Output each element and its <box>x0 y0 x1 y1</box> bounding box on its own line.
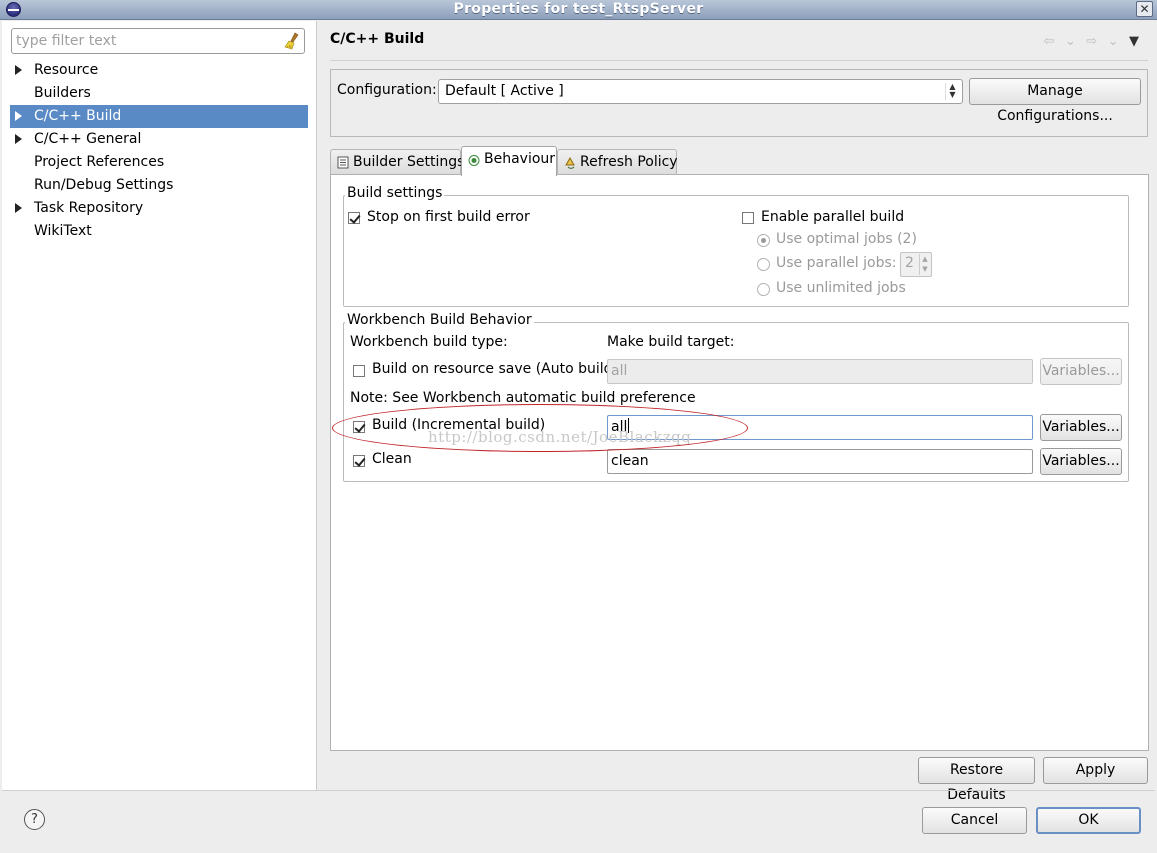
tab-builder-settings[interactable]: Builder Settings <box>330 149 465 175</box>
tab-label: Behaviour <box>484 151 556 167</box>
restore-defaults-button[interactable]: Restore Defaults <box>918 757 1035 803</box>
window-close-button[interactable]: ✕ <box>1136 1 1153 17</box>
tree-item-label: C/C++ General <box>34 131 142 147</box>
parallel-jobs-radio[interactable] <box>757 258 770 271</box>
clean-variables-button[interactable]: Variables... <box>1040 448 1122 475</box>
stop-on-error-label: Stop on first build error <box>367 209 530 225</box>
tree-item-run-debug-settings[interactable]: Run/Debug Settings <box>10 174 308 197</box>
back-dropdown-icon[interactable]: ⌄ <box>1065 34 1076 49</box>
page-title: C/C++ Build <box>330 31 425 47</box>
tab-behaviour[interactable]: Behaviour <box>461 146 557 176</box>
build-settings-legend: Build settings <box>345 185 445 201</box>
tree-item-label: Run/Debug Settings <box>34 177 174 193</box>
parallel-build-checkbox[interactable] <box>742 212 754 224</box>
select-updown-icon: ▲ ▼ <box>945 83 959 100</box>
tree-item-label: WikiText <box>34 223 92 239</box>
navigation-pane: Resource Builders C/C++ Build C/C++ Gene… <box>2 21 317 790</box>
tab-refresh-policy[interactable]: Refresh Policy <box>557 149 678 175</box>
auto-build-target-field[interactable]: all <box>607 359 1033 384</box>
auto-build-label: Build on resource save (Auto build) <box>372 361 619 377</box>
tree-item-label: Task Repository <box>34 200 144 216</box>
property-tree: Resource Builders C/C++ Build C/C++ Gene… <box>10 59 308 243</box>
window-titlebar: Properties for test_RtspServer ✕ <box>0 0 1157 20</box>
tree-item-resource[interactable]: Resource <box>10 59 308 82</box>
incremental-build-target-field[interactable]: all <box>607 415 1033 440</box>
parallel-jobs-label: Use parallel jobs: <box>776 255 897 271</box>
tree-item-label: Project References <box>34 154 165 170</box>
parallel-jobs-value: 2 <box>905 255 914 271</box>
refresh-policy-icon <box>565 156 575 169</box>
unlimited-jobs-radio[interactable] <box>757 283 770 296</box>
filter-input[interactable] <box>16 32 276 50</box>
parallel-jobs-spinner[interactable]: 2 ▲ ▼ <box>900 252 932 277</box>
apply-button[interactable]: Apply <box>1043 757 1148 784</box>
tree-item-label: Resource <box>34 62 99 78</box>
tree-item-label: C/C++ Build <box>34 108 122 124</box>
optimal-jobs-radio[interactable] <box>757 234 770 247</box>
incremental-build-checkbox[interactable] <box>353 421 365 433</box>
builder-settings-icon <box>337 156 349 169</box>
window-title: Properties for test_RtspServer <box>453 1 704 17</box>
tab-label: Builder Settings <box>353 154 465 170</box>
stop-on-error-checkbox[interactable] <box>348 212 360 224</box>
clean-checkbox[interactable] <box>353 455 365 467</box>
ok-button[interactable]: OK <box>1036 807 1141 834</box>
forward-arrow-icon[interactable]: ⇨ <box>1086 34 1097 49</box>
header-divider <box>330 60 1148 61</box>
clean-target-field[interactable]: clean <box>607 449 1033 474</box>
auto-build-variables-button[interactable]: Variables... <box>1040 358 1122 385</box>
unlimited-jobs-label: Use unlimited jobs <box>776 280 906 296</box>
filter-box <box>11 28 305 54</box>
manage-configurations-button[interactable]: Manage Configurations... <box>969 78 1141 124</box>
clear-filter-icon[interactable] <box>284 32 300 50</box>
expand-arrow-icon[interactable] <box>15 111 22 121</box>
tree-item-cpp-general[interactable]: C/C++ General <box>10 128 308 151</box>
back-arrow-icon[interactable]: ⇦ <box>1044 34 1055 49</box>
configuration-value: Default [ Active ] <box>445 83 564 99</box>
tree-item-label: Builders <box>34 85 91 101</box>
tree-item-task-repository[interactable]: Task Repository <box>10 197 308 220</box>
help-icon[interactable]: ? <box>24 809 45 830</box>
tree-item-builders[interactable]: Builders <box>10 82 308 105</box>
workbench-preference-note: Note: See Workbench automatic build pref… <box>350 390 696 406</box>
tree-item-project-references[interactable]: Project References <box>10 151 308 174</box>
auto-build-checkbox[interactable] <box>353 365 365 377</box>
tree-item-cpp-build[interactable]: C/C++ Build <box>10 105 308 128</box>
make-target-label: Make build target: <box>607 334 735 350</box>
optimal-jobs-label: Use optimal jobs (2) <box>776 231 917 247</box>
parallel-build-label: Enable parallel build <box>761 209 905 225</box>
forward-dropdown-icon[interactable]: ⌄ <box>1108 34 1119 49</box>
incremental-build-label: Build (Incremental build) <box>372 417 546 433</box>
incremental-build-variables-button[interactable]: Variables... <box>1040 414 1122 441</box>
clean-label: Clean <box>372 451 412 467</box>
expand-arrow-icon[interactable] <box>15 203 22 213</box>
spinner-arrows-icon[interactable]: ▲ ▼ <box>919 254 930 275</box>
configuration-label: Configuration: <box>337 82 437 98</box>
tree-item-wikitext[interactable]: WikiText <box>10 220 308 243</box>
incremental-build-target-value: all <box>611 419 628 435</box>
behaviour-icon <box>468 155 480 166</box>
build-type-label: Workbench build type: <box>350 334 508 350</box>
tab-label: Refresh Policy <box>580 154 678 170</box>
configuration-select[interactable]: Default [ Active ] ▲ ▼ <box>438 79 963 104</box>
cancel-button[interactable]: Cancel <box>922 807 1027 834</box>
expand-arrow-icon[interactable] <box>15 65 22 75</box>
text-caret <box>628 418 630 433</box>
page-navigation-toolbar: ⇦ ⌄ ⇨ ⌄ ▼ <box>1038 33 1139 53</box>
expand-arrow-icon[interactable] <box>15 134 22 144</box>
workbench-build-legend: Workbench Build Behavior <box>345 312 534 328</box>
dialog-footer-divider <box>2 790 1155 791</box>
view-menu-icon[interactable]: ▼ <box>1129 34 1139 49</box>
